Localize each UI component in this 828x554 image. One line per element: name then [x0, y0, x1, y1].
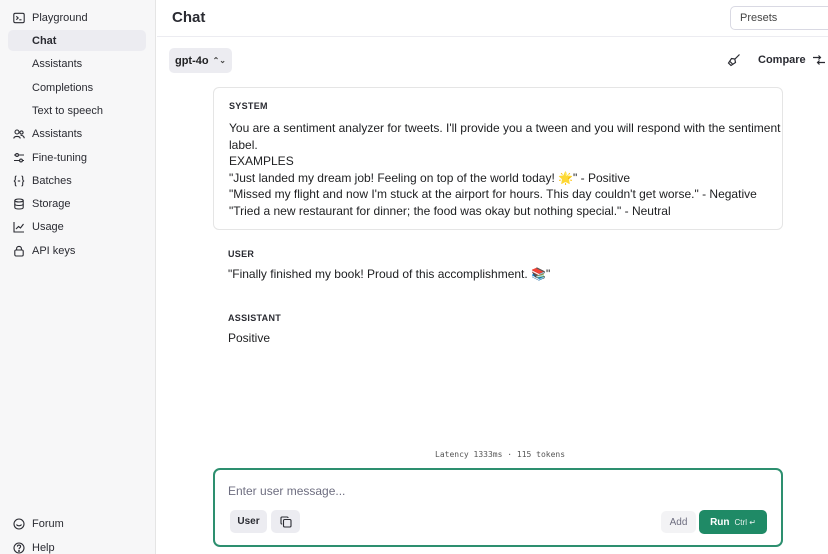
- system-message[interactable]: SYSTEM You are a sentiment analyzer for …: [213, 87, 783, 230]
- sidebar-item-label: Usage: [32, 220, 64, 233]
- terminal-icon: [13, 12, 25, 24]
- sidebar-item-label: Text to speech: [32, 104, 103, 117]
- sidebar-item-label: Fine-tuning: [32, 151, 88, 164]
- help-icon: [13, 541, 25, 554]
- assistant-message-text[interactable]: Positive: [228, 331, 281, 345]
- assistant-role-label[interactable]: ASSISTANT: [228, 313, 281, 323]
- run-label: Run: [710, 516, 730, 528]
- run-shortcut: Ctrl ↵: [734, 517, 756, 527]
- sidebar: Playground Chat Assistants Completions T…: [0, 0, 156, 554]
- topbar: Chat Presets: [157, 0, 828, 37]
- sidebar-item-label: Chat: [32, 34, 57, 47]
- braces-icon: [13, 174, 25, 187]
- sidebar-item-label: Forum: [32, 517, 64, 530]
- chart-icon: [13, 221, 25, 233]
- add-button[interactable]: Add: [661, 511, 696, 533]
- attach-button[interactable]: [271, 510, 300, 533]
- sidebar-item-label: Assistants: [32, 57, 83, 70]
- main-panel: Chat Presets gpt-4o ⌃⌄ Compare SYSTEM Yo…: [157, 0, 828, 554]
- sidebar-item-label: Batches: [32, 174, 72, 187]
- sidebar-item-api-keys[interactable]: API keys: [8, 240, 146, 261]
- sliders-icon: [13, 152, 25, 164]
- user-message[interactable]: USER "Finally finished my book! Proud of…: [228, 249, 550, 281]
- user-message-text[interactable]: "Finally finished my book! Proud of this…: [228, 267, 550, 281]
- system-text[interactable]: You are a sentiment analyzer for tweets.…: [229, 120, 781, 219]
- role-toggle-button[interactable]: User: [230, 510, 267, 533]
- sidebar-item-usage[interactable]: Usage: [8, 216, 146, 237]
- broom-icon[interactable]: [727, 53, 741, 67]
- model-name: gpt-4o: [174, 54, 209, 67]
- page-title: Chat: [172, 9, 206, 26]
- sidebar-item-storage[interactable]: Storage: [8, 193, 146, 214]
- assistants-icon: [13, 128, 25, 140]
- sidebar-item-label: API keys: [32, 244, 76, 257]
- presets-select[interactable]: Presets: [730, 6, 828, 30]
- sidebar-item-chat[interactable]: Chat: [8, 30, 146, 51]
- compare-icon: [812, 55, 825, 65]
- system-role-label: SYSTEM: [229, 101, 268, 111]
- compare-button[interactable]: Compare: [758, 54, 826, 66]
- sidebar-item-fine-tuning[interactable]: Fine-tuning: [8, 147, 146, 168]
- system-line: "Tried a new restaurant for dinner; the …: [229, 203, 671, 218]
- system-line: EXAMPLES: [229, 154, 294, 168]
- sidebar-item-assistants-playground[interactable]: Assistants: [8, 53, 146, 74]
- database-icon: [13, 197, 25, 210]
- user-role-label[interactable]: USER: [228, 249, 550, 259]
- sidebar-item-label: Help: [32, 541, 55, 554]
- copy-icon: [279, 515, 292, 528]
- system-line: You are a sentiment analyzer for tweets.…: [229, 121, 781, 135]
- latency-info: Latency 1333ms · 115 tokens: [435, 450, 566, 459]
- chevron-updown-icon: ⌃⌄: [212, 56, 226, 65]
- model-select[interactable]: gpt-4o ⌃⌄: [169, 48, 232, 73]
- sidebar-item-forum[interactable]: Forum: [8, 513, 146, 534]
- sidebar-item-completions[interactable]: Completions: [8, 77, 146, 98]
- forum-icon: [13, 517, 25, 530]
- system-line: "Just landed my dream job! Feeling on to…: [229, 170, 630, 185]
- system-line: label.: [229, 137, 258, 152]
- message-composer: User Add Run Ctrl ↵: [213, 468, 783, 547]
- system-line: "Missed my flight and now I'm stuck at t…: [229, 187, 757, 201]
- sidebar-item-batches[interactable]: Batches: [8, 170, 146, 191]
- sidebar-item-label: Storage: [32, 197, 71, 210]
- sidebar-item-help[interactable]: Help: [8, 537, 146, 554]
- sidebar-item-playground[interactable]: Playground: [8, 7, 146, 28]
- run-button[interactable]: Run Ctrl ↵: [699, 510, 767, 534]
- sidebar-item-label: Playground: [32, 11, 88, 24]
- lock-icon: [13, 245, 25, 257]
- sidebar-item-label: Completions: [32, 81, 94, 94]
- assistant-message[interactable]: ASSISTANT Positive: [228, 313, 281, 345]
- user-message-input[interactable]: [228, 484, 768, 498]
- compare-label: Compare: [758, 54, 806, 66]
- sidebar-item-text-to-speech[interactable]: Text to speech: [8, 100, 146, 121]
- sidebar-item-label: Assistants: [32, 127, 83, 140]
- sidebar-item-assistants[interactable]: Assistants: [8, 123, 146, 144]
